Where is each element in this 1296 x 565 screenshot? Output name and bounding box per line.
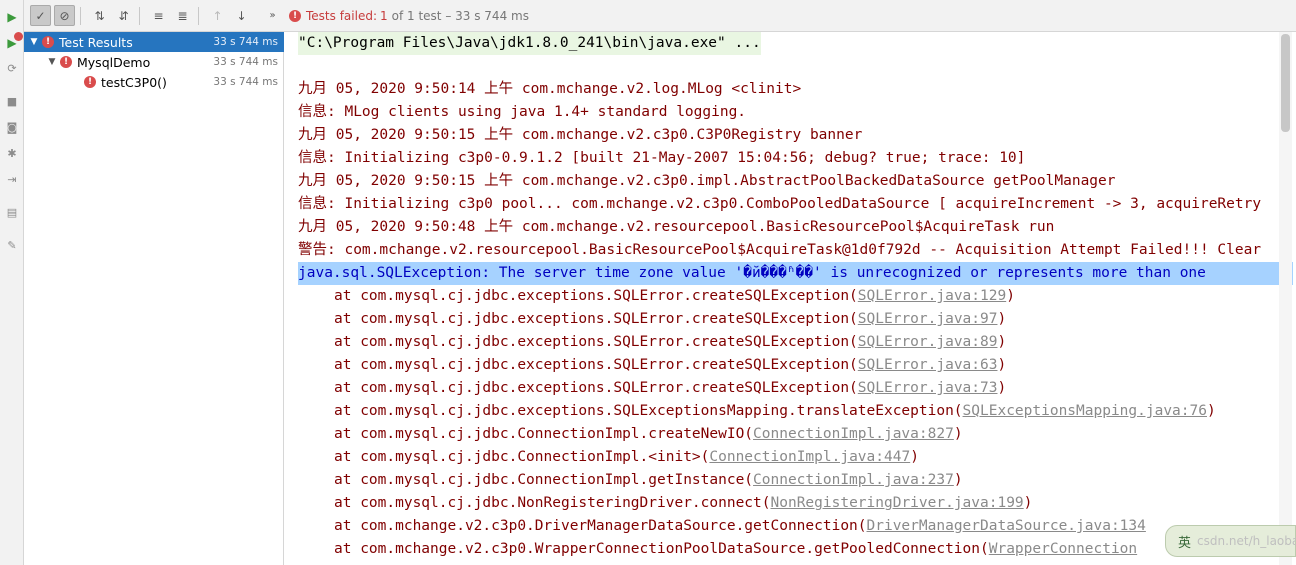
previous-failed-icon[interactable]: ↑ <box>207 5 228 26</box>
collapse-arrow-icon[interactable]: ▼ <box>46 57 58 67</box>
sort-alphabetically-icon[interactable]: ⇅ <box>89 5 110 26</box>
tree-item-duration: 33 s 744 ms <box>213 36 278 48</box>
stack-trace-line: at com.mysql.cj.jdbc.NonRegisteringDrive… <box>334 495 1033 511</box>
console-scrollbar[interactable] <box>1279 32 1292 565</box>
source-link[interactable]: SQLError.java:129 <box>858 288 1006 304</box>
show-passed-button[interactable]: ✓ <box>30 5 51 26</box>
toolbar-divider <box>80 6 81 25</box>
source-link[interactable]: ConnectionImpl.java:237 <box>753 472 954 488</box>
console-log-line: 九月 05, 2020 9:50:48 上午 com.mchange.v2.re… <box>298 219 1055 235</box>
source-link[interactable]: NonRegisteringDriver.java:199 <box>771 495 1024 511</box>
error-icon: ! <box>289 9 301 22</box>
toolbar-divider <box>139 6 140 25</box>
rerun-icon[interactable]: ▶ <box>3 8 21 26</box>
console-log-line: 信息: MLog clients using java 1.4+ standar… <box>298 104 747 120</box>
stack-trace-line: at com.mysql.cj.jdbc.ConnectionImpl.<ini… <box>334 449 919 465</box>
toggle-auto-test-icon[interactable]: ⟳ <box>3 59 21 77</box>
status-summary: of 1 test – 33 s 744 ms <box>391 8 529 23</box>
scrollbar-thumb[interactable] <box>1281 34 1290 132</box>
stack-trace-line: at com.mysql.cj.jdbc.exceptions.SQLError… <box>334 380 1007 396</box>
console-log-line: 九月 05, 2020 9:50:14 上午 com.mchange.v2.lo… <box>298 81 802 97</box>
source-link[interactable]: SQLExceptionsMapping.java:76 <box>963 403 1207 419</box>
expand-all-icon[interactable]: ≡ <box>148 5 169 26</box>
console-output[interactable]: "C:\Program Files\Java\jdk1.8.0_241\bin\… <box>285 32 1296 565</box>
show-ignored-button[interactable]: ⊘ <box>54 5 75 26</box>
source-link[interactable]: DriverManagerDataSource.java:134 <box>867 518 1146 534</box>
console-exception-line[interactable]: java.sql.SQLException: The server time z… <box>298 262 1293 285</box>
ime-language-label: 英 <box>1178 535 1192 551</box>
test-runner-window: ▶ ▶ ⟳ ■ ◙ ✱ ⇥ ▤ ✎ ✓ ⊘ ⇅ ⇵ ≡ ≣ ↑ ↓ » ! Te… <box>0 0 1296 565</box>
source-link[interactable]: ConnectionImpl.java:827 <box>753 426 954 442</box>
source-link[interactable]: SQLError.java:97 <box>858 311 998 327</box>
ime-indicator[interactable]: 英 csdn.net/h_laobai <box>1165 525 1296 557</box>
watermark-text: csdn.net/h_laobai <box>1197 534 1296 548</box>
collapse-arrow-icon[interactable]: ▼ <box>28 37 40 47</box>
toolbar-divider <box>198 6 199 25</box>
stack-trace-line: at com.mysql.cj.jdbc.exceptions.SQLError… <box>334 334 1007 350</box>
tree-item-label: testC3P0() <box>101 74 167 90</box>
stack-trace-line: at com.mchange.v2.c3p0.WrapperConnection… <box>334 541 1138 557</box>
console-command-line: "C:\Program Files\Java\jdk1.8.0_241\bin\… <box>298 32 761 55</box>
console-log-line: 信息: Initializing c3p0 pool... com.mchang… <box>298 196 1262 212</box>
tree-item-mysqldemo[interactable]: ▼ ! MysqlDemo 33 s 744 ms <box>24 52 284 72</box>
more-actions-icon[interactable]: » <box>262 5 283 26</box>
camera-icon[interactable]: ◙ <box>3 118 21 136</box>
tree-item-label: Test Results <box>59 34 133 50</box>
status-fail-count: 1 <box>380 8 388 23</box>
source-link[interactable]: SQLError.java:63 <box>858 357 998 373</box>
stop-icon[interactable]: ■ <box>3 92 21 110</box>
test-toolbar: ✓ ⊘ ⇅ ⇵ ≡ ≣ ↑ ↓ » ! Tests failed: 1 of 1… <box>24 0 1296 32</box>
tree-item-testc3p0[interactable]: ! testC3P0() 33 s 744 ms <box>24 72 284 92</box>
source-link[interactable]: SQLError.java:89 <box>858 334 998 350</box>
tree-item-duration: 33 s 744 ms <box>213 56 278 68</box>
next-failed-icon[interactable]: ↓ <box>231 5 252 26</box>
stack-trace-line: at com.mysql.cj.jdbc.exceptions.SQLExcep… <box>334 403 1216 419</box>
layout-icon[interactable]: ▤ <box>3 203 21 221</box>
status-fail-label: Tests failed: <box>306 8 377 23</box>
import-tests-icon[interactable]: ⇥ <box>3 170 21 188</box>
error-icon: ! <box>60 56 72 68</box>
console-log-line: 信息: Initializing c3p0-0.9.1.2 [built 21-… <box>298 150 1026 166</box>
console-log-line: 九月 05, 2020 9:50:15 上午 com.mchange.v2.c3… <box>298 127 863 143</box>
error-icon: ! <box>42 36 54 48</box>
test-status: ! Tests failed: 1 of 1 test – 33 s 744 m… <box>289 9 529 23</box>
stack-trace-line: at com.mysql.cj.jdbc.exceptions.SQLError… <box>334 357 1007 373</box>
stack-trace-line: at com.mchange.v2.c3p0.DriverManagerData… <box>334 518 1146 534</box>
console-log-line: 警告: com.mchange.v2.resourcepool.BasicRes… <box>298 242 1262 258</box>
pin-icon[interactable]: ✎ <box>3 236 21 254</box>
console-log-line: 九月 05, 2020 9:50:15 上午 com.mchange.v2.c3… <box>298 173 1116 189</box>
stack-trace-line: at com.mysql.cj.jdbc.ConnectionImpl.getI… <box>334 472 963 488</box>
tree-item-duration: 33 s 744 ms <box>213 76 278 88</box>
rerun-failed-icon[interactable]: ▶ <box>3 32 23 52</box>
side-action-bar: ▶ ▶ ⟳ ■ ◙ ✱ ⇥ ▤ ✎ <box>0 0 24 565</box>
source-link[interactable]: ConnectionImpl.java:447 <box>709 449 910 465</box>
tree-item-test-results[interactable]: ▼ ! Test Results 33 s 744 ms <box>24 32 284 52</box>
stack-trace-line: at com.mysql.cj.jdbc.ConnectionImpl.crea… <box>334 426 963 442</box>
source-link[interactable]: SQLError.java:73 <box>858 380 998 396</box>
tree-item-label: MysqlDemo <box>77 54 151 70</box>
settings-icon[interactable]: ✱ <box>3 144 21 162</box>
error-icon: ! <box>84 76 96 88</box>
source-link[interactable]: WrapperConnection <box>989 541 1137 557</box>
sort-by-duration-icon[interactable]: ⇵ <box>113 5 134 26</box>
collapse-all-icon[interactable]: ≣ <box>172 5 193 26</box>
stack-trace-line: at com.mysql.cj.jdbc.exceptions.SQLError… <box>334 311 1007 327</box>
stack-trace-line: at com.mysql.cj.jdbc.exceptions.SQLError… <box>334 288 1015 304</box>
test-results-tree: ▼ ! Test Results 33 s 744 ms ▼ ! MysqlDe… <box>24 32 284 565</box>
